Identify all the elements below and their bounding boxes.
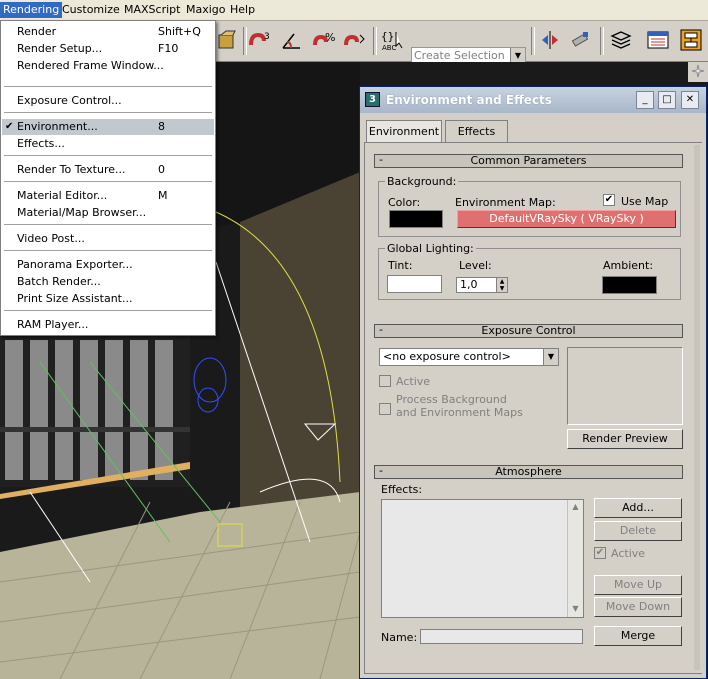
maximize-icon[interactable]: □ — [658, 91, 676, 109]
process-background-checkbox[interactable] — [379, 403, 391, 415]
background-color-swatch[interactable] — [389, 210, 443, 228]
ambient-label: Ambient: — [603, 259, 654, 272]
menu-maxscript[interactable]: MAXScript — [121, 2, 183, 18]
svg-text:{}: {} — [381, 30, 394, 43]
exposure-control-dropdown[interactable]: <no exposure control> ▼ — [379, 348, 559, 366]
effects-list-scrollbar[interactable]: ▲ ▼ — [567, 500, 583, 617]
common-parameters-rollout[interactable]: - Common Parameters — [374, 154, 683, 168]
move-up-button[interactable]: Move Up — [594, 575, 682, 595]
exposure-active-label: Active — [396, 375, 431, 388]
menu-maxigo[interactable]: Maxigo — [183, 2, 229, 18]
exposure-active-checkbox[interactable] — [379, 375, 391, 387]
app-logo-icon: 3 — [365, 92, 380, 107]
menu-item-material-editor[interactable]: Material Editor... M — [2, 188, 214, 204]
svg-text:ABC: ABC — [382, 44, 396, 52]
menu-item-ram-player[interactable]: RAM Player... — [2, 317, 214, 333]
select-and-manipulate-icon[interactable] — [214, 27, 240, 53]
environment-map-button[interactable]: DefaultVRaySky ( VRaySky ) — [457, 210, 676, 228]
menu-item-render-setup[interactable]: Render Setup... F10 — [2, 41, 214, 57]
scroll-down-icon[interactable]: ▼ — [568, 602, 583, 616]
render-preview-button[interactable]: Render Preview — [567, 429, 683, 449]
menu-item-render-to-texture[interactable]: Render To Texture... 0 — [2, 162, 214, 178]
menu-bar: Rendering Customize MAXScript Maxigo Hel… — [0, 0, 708, 21]
spinner-arrows-icon[interactable]: ▲ ▼ — [496, 278, 507, 292]
menu-item-video-post[interactable]: Video Post... — [2, 231, 214, 247]
check-icon: ✔ — [5, 121, 14, 132]
level-label: Level: — [459, 259, 492, 272]
curve-editor-icon[interactable] — [645, 27, 671, 53]
exposure-preview-area — [567, 347, 683, 425]
tint-label: Tint: — [388, 259, 413, 272]
layer-manager-icon[interactable] — [608, 27, 634, 53]
atmosphere-active-checkbox[interactable]: ✔ — [594, 547, 606, 559]
effect-name-field[interactable] — [420, 629, 583, 644]
color-label: Color: — [388, 196, 421, 209]
menu-item-exposure-control[interactable]: Exposure Control... — [2, 93, 214, 109]
align-icon[interactable] — [568, 27, 594, 53]
atmosphere-active-label: Active — [611, 547, 646, 560]
exposure-control-rollout[interactable]: - Exposure Control — [374, 324, 683, 338]
schematic-view-icon[interactable] — [678, 27, 704, 53]
environment-map-label: Environment Map: — [455, 196, 556, 209]
menu-item-rendered-frame-window[interactable]: Rendered Frame Window... — [2, 58, 214, 74]
tint-color-swatch[interactable] — [387, 275, 442, 293]
menu-item-material-map-browser[interactable]: Material/Map Browser... — [2, 205, 214, 221]
tab-effects[interactable]: Effects — [445, 120, 508, 142]
background-group — [378, 181, 681, 237]
close-icon[interactable]: ✕ — [681, 91, 699, 109]
environment-effects-dialog: 3 Environment and Effects _ □ ✕ Environm… — [359, 86, 707, 679]
menu-help[interactable]: Help — [227, 2, 258, 18]
delete-effect-button[interactable]: Delete — [594, 521, 682, 541]
minimize-icon[interactable]: _ — [636, 91, 654, 109]
angle-snap-icon[interactable] — [279, 27, 305, 53]
menu-customize[interactable]: Customize — [59, 2, 123, 18]
process-background-label-2: and Environment Maps — [396, 406, 523, 419]
dialog-title: Environment and Effects — [386, 93, 552, 107]
snap-3d-icon[interactable]: 3 — [247, 27, 273, 53]
level-value: 1,0 — [460, 278, 478, 291]
dialog-titlebar[interactable]: 3 Environment and Effects _ □ ✕ — [360, 87, 706, 113]
effects-label: Effects: — [381, 483, 423, 496]
atmosphere-effects-list[interactable]: ▲ ▼ — [381, 499, 584, 618]
rendering-menu: Render Shift+Q Render Setup... F10 Rende… — [0, 20, 216, 336]
menu-item-effects[interactable]: Effects... — [2, 136, 214, 152]
chevron-down-icon: ▼ — [543, 349, 558, 365]
background-group-label: Background: — [385, 175, 459, 188]
add-effect-button[interactable]: Add... — [594, 498, 682, 518]
name-label: Name: — [381, 631, 418, 644]
menu-item-panorama-exporter[interactable]: Panorama Exporter... — [2, 257, 214, 273]
scroll-up-icon[interactable]: ▲ — [568, 500, 583, 514]
percent-snap-icon[interactable]: % — [311, 27, 337, 53]
spinner-snap-icon[interactable] — [342, 27, 368, 53]
level-spinner[interactable]: 1,0 ▲ ▼ — [456, 277, 508, 293]
menu-item-environment[interactable]: ✔ Environment... 8 — [2, 119, 214, 135]
ambient-color-swatch[interactable] — [602, 276, 657, 294]
menu-item-print-size-assistant[interactable]: Print Size Assistant... — [2, 291, 214, 307]
panel-scroll-strip[interactable] — [694, 145, 700, 670]
tab-environment[interactable]: Environment — [366, 120, 442, 142]
viewport-corner-icon[interactable] — [688, 62, 708, 82]
edit-named-selection-icon[interactable]: {} ABC — [380, 27, 406, 53]
global-lighting-label: Global Lighting: — [385, 242, 476, 255]
menu-rendering[interactable]: Rendering — [0, 2, 63, 18]
svg-text:%: % — [325, 31, 335, 44]
use-map-label: Use Map — [621, 195, 669, 208]
merge-button[interactable]: Merge — [594, 626, 682, 646]
menu-item-render[interactable]: Render Shift+Q — [2, 24, 214, 40]
menu-item-batch-render[interactable]: Batch Render... — [2, 274, 214, 290]
exposure-control-value: <no exposure control> — [383, 350, 511, 363]
atmosphere-rollout[interactable]: - Atmosphere — [374, 465, 683, 479]
process-background-label-1: Process Background — [396, 393, 507, 406]
use-map-checkbox[interactable]: ✔ — [603, 194, 615, 206]
svg-text:3: 3 — [264, 32, 270, 42]
mirror-icon[interactable] — [538, 27, 564, 53]
move-down-button[interactable]: Move Down — [594, 597, 682, 617]
